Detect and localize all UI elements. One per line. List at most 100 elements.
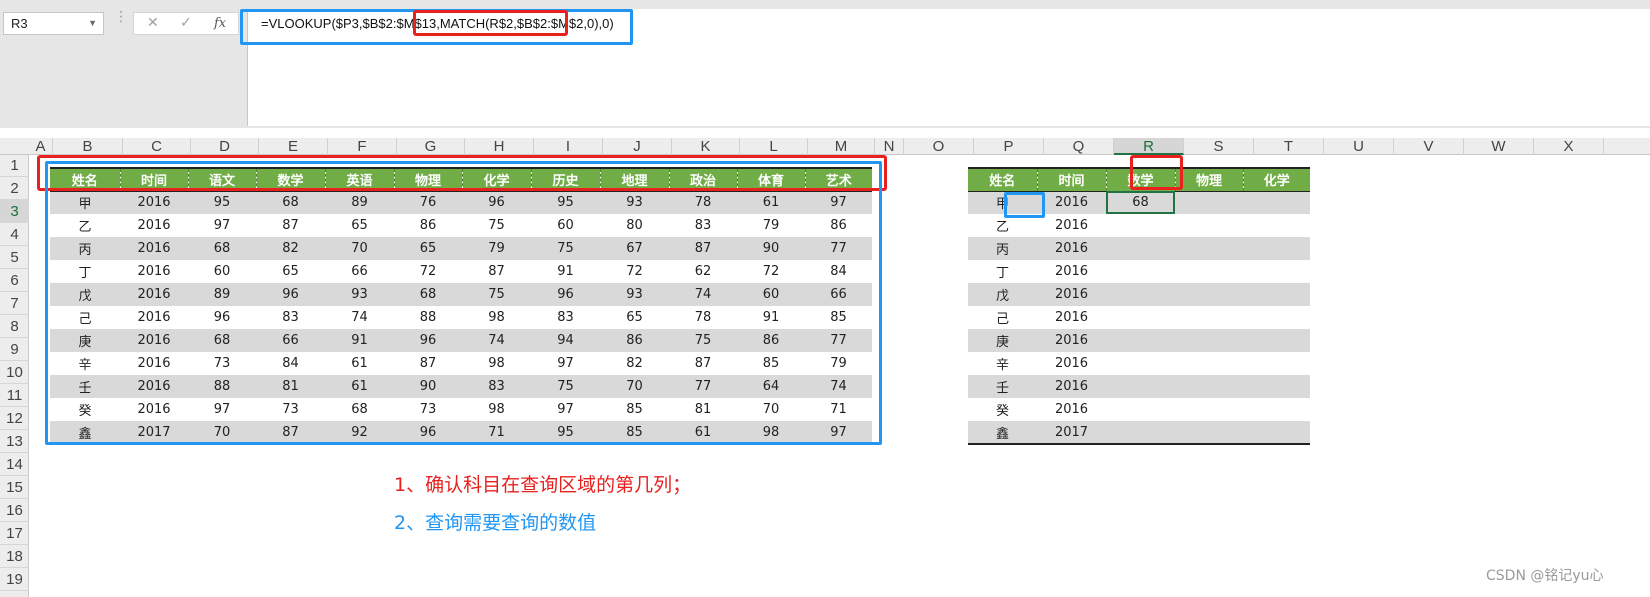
lookup-cell[interactable]: 2016 bbox=[1037, 283, 1106, 306]
main-cell[interactable]: 70 bbox=[325, 237, 394, 260]
row-header-11[interactable]: 11 bbox=[0, 384, 29, 407]
chevron-down-icon[interactable]: ▼ bbox=[88, 13, 97, 34]
main-header-cell[interactable]: 化学 bbox=[461, 167, 531, 192]
main-cell[interactable]: 89 bbox=[188, 283, 256, 306]
main-cell[interactable]: 70 bbox=[737, 398, 805, 421]
lookup-cell[interactable] bbox=[1175, 375, 1243, 398]
lookup-cell[interactable] bbox=[1106, 237, 1175, 260]
main-cell[interactable]: 60 bbox=[531, 214, 600, 237]
lookup-header-cell[interactable]: 时间 bbox=[1036, 167, 1106, 192]
main-cell[interactable]: 81 bbox=[669, 398, 737, 421]
lookup-cell[interactable]: 2016 bbox=[1037, 237, 1106, 260]
main-cell[interactable]: 66 bbox=[325, 260, 394, 283]
lookup-cell[interactable]: 甲 bbox=[968, 191, 1037, 214]
row-header-14[interactable]: 14 bbox=[0, 453, 29, 476]
lookup-cell[interactable]: 2016 bbox=[1037, 352, 1106, 375]
name-box[interactable]: R3 ▼ bbox=[3, 12, 104, 35]
main-cell[interactable]: 2016 bbox=[120, 398, 188, 421]
main-header-cell[interactable]: 数学 bbox=[255, 167, 325, 192]
main-cell[interactable]: 65 bbox=[394, 237, 462, 260]
main-cell[interactable]: 96 bbox=[462, 191, 531, 214]
main-cell[interactable]: 74 bbox=[805, 375, 872, 398]
lookup-cell[interactable]: 2016 bbox=[1037, 306, 1106, 329]
lookup-cell[interactable] bbox=[1106, 398, 1175, 421]
row-header-1[interactable]: 1 bbox=[0, 154, 29, 177]
main-cell[interactable]: 60 bbox=[737, 283, 805, 306]
column-header-i[interactable]: I bbox=[534, 138, 603, 155]
lookup-cell[interactable] bbox=[1175, 352, 1243, 375]
main-cell[interactable]: 98 bbox=[462, 352, 531, 375]
lookup-cell[interactable] bbox=[1243, 283, 1310, 306]
main-cell[interactable]: 80 bbox=[600, 214, 669, 237]
main-cell[interactable]: 77 bbox=[669, 375, 737, 398]
main-cell[interactable]: 65 bbox=[325, 214, 394, 237]
main-cell[interactable]: 98 bbox=[462, 306, 531, 329]
main-cell[interactable]: 97 bbox=[805, 421, 872, 445]
main-cell[interactable]: 74 bbox=[325, 306, 394, 329]
main-cell[interactable]: 61 bbox=[325, 352, 394, 375]
row-header-2[interactable]: 2 bbox=[0, 177, 29, 200]
main-cell[interactable]: 98 bbox=[462, 398, 531, 421]
main-cell[interactable]: 75 bbox=[669, 329, 737, 352]
cancel-icon[interactable]: ✕ bbox=[147, 13, 159, 34]
lookup-cell[interactable] bbox=[1106, 329, 1175, 352]
row-header-13[interactable]: 13 bbox=[0, 430, 29, 453]
main-cell[interactable]: 97 bbox=[805, 191, 872, 214]
main-header-cell[interactable]: 时间 bbox=[119, 167, 188, 192]
main-cell[interactable]: 72 bbox=[737, 260, 805, 283]
main-cell[interactable]: 2016 bbox=[120, 283, 188, 306]
main-cell[interactable]: 83 bbox=[669, 214, 737, 237]
lookup-cell[interactable]: 乙 bbox=[968, 214, 1037, 237]
lookup-cell[interactable] bbox=[1106, 306, 1175, 329]
row-header-12[interactable]: 12 bbox=[0, 407, 29, 430]
lookup-cell[interactable]: 庚 bbox=[968, 329, 1037, 352]
lookup-cell[interactable] bbox=[1243, 329, 1310, 352]
lookup-cell[interactable]: 癸 bbox=[968, 398, 1037, 421]
lookup-cell[interactable]: 2016 bbox=[1037, 398, 1106, 421]
main-cell[interactable]: 96 bbox=[394, 329, 462, 352]
main-cell[interactable]: 75 bbox=[531, 237, 600, 260]
column-header-m[interactable]: M bbox=[808, 138, 875, 155]
row-header-16[interactable]: 16 bbox=[0, 499, 29, 522]
lookup-cell[interactable] bbox=[1106, 352, 1175, 375]
lookup-cell[interactable] bbox=[1106, 421, 1175, 445]
main-cell[interactable]: 72 bbox=[600, 260, 669, 283]
row-header-5[interactable]: 5 bbox=[0, 246, 29, 269]
lookup-cell[interactable]: 己 bbox=[968, 306, 1037, 329]
main-cell[interactable]: 94 bbox=[531, 329, 600, 352]
lookup-cell[interactable] bbox=[1106, 260, 1175, 283]
main-cell[interactable]: 83 bbox=[531, 306, 600, 329]
main-cell[interactable]: 78 bbox=[669, 306, 737, 329]
lookup-cell[interactable]: 辛 bbox=[968, 352, 1037, 375]
main-cell[interactable]: 93 bbox=[600, 283, 669, 306]
main-header-cell[interactable]: 语文 bbox=[187, 167, 256, 192]
lookup-cell[interactable] bbox=[1106, 214, 1175, 237]
lookup-cell[interactable] bbox=[1243, 421, 1310, 445]
lookup-cell[interactable]: 丙 bbox=[968, 237, 1037, 260]
column-header-t[interactable]: T bbox=[1254, 138, 1324, 155]
main-cell[interactable]: 95 bbox=[531, 191, 600, 214]
column-header-e[interactable]: E bbox=[259, 138, 328, 155]
main-cell[interactable]: 61 bbox=[669, 421, 737, 445]
main-cell[interactable]: 89 bbox=[325, 191, 394, 214]
main-cell[interactable]: 戊 bbox=[50, 283, 120, 306]
row-header-19[interactable]: 19 bbox=[0, 568, 29, 591]
main-cell[interactable]: 68 bbox=[188, 237, 256, 260]
main-cell[interactable]: 62 bbox=[669, 260, 737, 283]
main-cell[interactable]: 2016 bbox=[120, 237, 188, 260]
row-header-17[interactable]: 17 bbox=[0, 522, 29, 545]
column-header-b[interactable]: B bbox=[53, 138, 123, 155]
main-cell[interactable]: 85 bbox=[737, 352, 805, 375]
lookup-cell[interactable] bbox=[1175, 214, 1243, 237]
main-header-cell[interactable]: 体育 bbox=[736, 167, 805, 192]
main-cell[interactable]: 61 bbox=[737, 191, 805, 214]
main-cell[interactable]: 2016 bbox=[120, 352, 188, 375]
formula-input[interactable]: =VLOOKUP($P3,$B$2:$M$13,MATCH(R$2,$B$2:$… bbox=[247, 9, 1650, 126]
main-cell[interactable]: 75 bbox=[531, 375, 600, 398]
main-cell[interactable]: 97 bbox=[188, 398, 256, 421]
main-cell[interactable]: 61 bbox=[325, 375, 394, 398]
main-cell[interactable]: 91 bbox=[325, 329, 394, 352]
main-cell[interactable]: 癸 bbox=[50, 398, 120, 421]
main-cell[interactable]: 2016 bbox=[120, 214, 188, 237]
main-cell[interactable]: 92 bbox=[325, 421, 394, 445]
